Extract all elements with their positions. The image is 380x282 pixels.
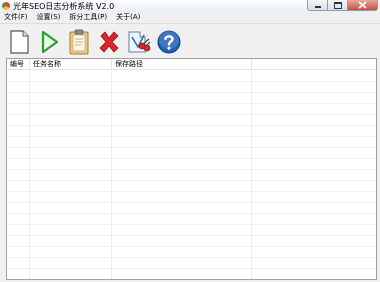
column-divider [111, 70, 112, 279]
start-button[interactable] [36, 28, 62, 56]
close-icon [358, 1, 367, 9]
menu-file[interactable]: 文件(F) [4, 12, 28, 22]
row-gridline [7, 169, 376, 170]
column-header-save-path[interactable]: 保存路径 [112, 59, 252, 69]
row-gridline [7, 202, 376, 203]
row-gridline [7, 191, 376, 192]
clipboard-icon [69, 29, 89, 55]
column-header-id[interactable]: 编号 [7, 59, 30, 69]
row-gridline [7, 279, 376, 280]
split-tool-icon [128, 31, 151, 53]
column-divider [29, 70, 30, 279]
row-gridline [7, 213, 376, 214]
play-icon [41, 30, 59, 54]
toolbar [0, 23, 380, 57]
menu-settings[interactable]: 设置(S) [37, 12, 61, 22]
row-gridline [7, 180, 376, 181]
row-gridline [7, 114, 376, 115]
maximize-icon [333, 1, 342, 9]
row-gridline [7, 235, 376, 236]
window-title: 光年SEO日志分析系统 V2.0 [13, 1, 115, 11]
row-gridline [7, 103, 376, 104]
menu-about[interactable]: 关于(A) [116, 12, 140, 22]
delete-x-icon [99, 31, 119, 53]
row-gridline [7, 268, 376, 269]
row-gridline [7, 125, 376, 126]
help-icon [157, 30, 181, 54]
report-button[interactable] [66, 28, 92, 56]
row-gridline [7, 246, 376, 247]
window-controls [307, 0, 378, 12]
row-gridline [7, 158, 376, 159]
minimize-icon [314, 6, 321, 8]
menu-split-tools[interactable]: 拆分工具(P) [69, 12, 107, 22]
minimize-button[interactable] [307, 0, 328, 11]
row-gridline [7, 147, 376, 148]
list-header: 编号 任务名称 保存路径 [7, 59, 376, 70]
new-document-icon [10, 30, 29, 54]
new-task-button[interactable] [6, 28, 32, 56]
row-gridline [7, 257, 376, 258]
row-gridline [7, 224, 376, 225]
column-divider [251, 70, 252, 279]
app-logo-icon [2, 2, 10, 10]
app-window: 光年SEO日志分析系统 V2.0 文件(F) 设置(S) 拆分工具(P) 关于(… [0, 0, 380, 282]
help-button[interactable] [156, 28, 182, 56]
menu-bar: 文件(F) 设置(S) 拆分工具(P) 关于(A) [0, 12, 380, 22]
close-button[interactable] [348, 0, 378, 11]
title-bar: 光年SEO日志分析系统 V2.0 [0, 0, 380, 12]
maximize-button[interactable] [328, 0, 348, 11]
split-tool-button[interactable] [126, 28, 152, 56]
column-header-task-name[interactable]: 任务名称 [30, 59, 112, 69]
delete-button[interactable] [96, 28, 122, 56]
row-gridline [7, 81, 376, 82]
row-gridline [7, 136, 376, 137]
task-list[interactable]: 编号 任务名称 保存路径 [6, 58, 377, 280]
row-gridline [7, 92, 376, 93]
